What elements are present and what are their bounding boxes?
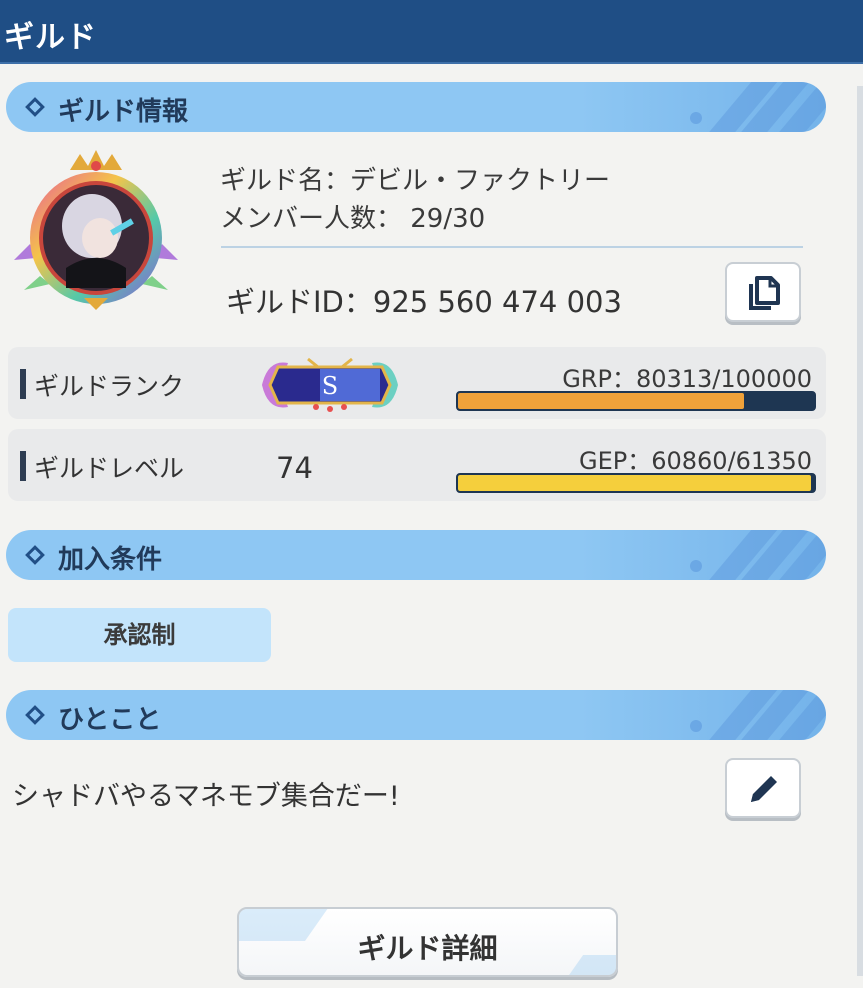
section-title: ひとこと bbox=[58, 705, 162, 735]
level-value: 74 bbox=[276, 451, 313, 485]
section-title: 加入条件 bbox=[58, 545, 163, 575]
diamond-icon bbox=[25, 97, 45, 117]
guild-comment: シャドバやるマネモブ集合だー! bbox=[12, 781, 400, 812]
row-marker bbox=[20, 451, 26, 481]
section-header-comment: ひとこと bbox=[6, 690, 826, 740]
section-title: ギルド情報 bbox=[58, 97, 189, 127]
diamond-icon bbox=[25, 705, 45, 725]
rank-badge: S bbox=[262, 357, 398, 412]
section-header-guild-info: ギルド情報 bbox=[6, 82, 826, 132]
gep-text: GEP：60860/61350 bbox=[578, 447, 812, 475]
guild-id: ギルドID：925 560 474 003 bbox=[226, 285, 622, 319]
guild-emblem bbox=[14, 150, 178, 310]
guild-detail-button[interactable]: ギルド詳細 bbox=[237, 907, 618, 977]
grp-gauge-fill bbox=[458, 393, 744, 409]
guild-level-row: ギルドレベル 74 GEP：60860/61350 bbox=[8, 429, 826, 501]
grp-text: GRP：80313/100000 bbox=[562, 365, 812, 393]
guild-detail-label: ギルド詳細 bbox=[357, 932, 498, 965]
copy-icon bbox=[749, 276, 780, 310]
svg-text:S: S bbox=[322, 372, 338, 400]
gep-gauge bbox=[456, 473, 816, 493]
join-condition-badge: 承認制 bbox=[8, 608, 271, 662]
pencil-icon bbox=[751, 776, 777, 802]
edit-comment-button[interactable] bbox=[725, 758, 801, 818]
guild-name: ギルド名：デビル・ファクトリー bbox=[220, 166, 611, 196]
row-marker bbox=[20, 369, 26, 399]
rank-label: ギルドランク bbox=[34, 372, 185, 401]
scrollbar[interactable] bbox=[857, 86, 863, 976]
level-label: ギルドレベル bbox=[34, 454, 185, 483]
divider bbox=[221, 246, 803, 248]
join-condition-value: 承認制 bbox=[103, 621, 176, 649]
page-title: ギルド bbox=[4, 20, 97, 55]
top-title-bar: ギルド bbox=[0, 0, 863, 64]
member-count: メンバー人数： 29/30 bbox=[220, 204, 486, 234]
grp-gauge bbox=[456, 391, 816, 411]
section-header-conditions: 加入条件 bbox=[6, 530, 826, 580]
guild-rank-row: ギルドランク S GRP：80313/100000 bbox=[8, 347, 826, 419]
gep-gauge-fill bbox=[458, 475, 812, 491]
diamond-icon bbox=[25, 545, 45, 565]
copy-id-button[interactable] bbox=[725, 262, 801, 322]
